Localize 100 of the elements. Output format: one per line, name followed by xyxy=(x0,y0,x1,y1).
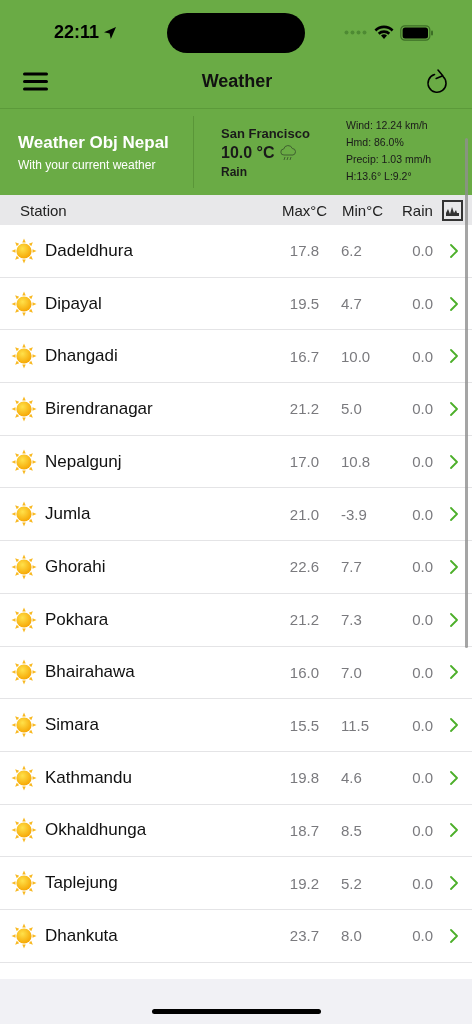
station-name: Taplejung xyxy=(45,873,119,894)
location-arrow-icon xyxy=(103,25,118,40)
rainfall: 0.0 xyxy=(411,611,433,629)
station-name: Dhangadi xyxy=(45,346,119,367)
sun-icon xyxy=(11,395,37,422)
min-temperature: 11.5 xyxy=(341,716,371,734)
station-name: Pokhara xyxy=(45,609,110,630)
station-name: Dhankuta xyxy=(45,925,119,946)
refresh-icon[interactable] xyxy=(426,68,449,95)
sun-icon xyxy=(11,553,37,580)
weather-detail: H:13.6° L:9.2° xyxy=(346,168,413,184)
station-name: Birendranagar xyxy=(45,398,154,419)
max-temperature: 17.0 xyxy=(288,453,319,471)
max-temperature: 15.5 xyxy=(288,716,319,734)
rainfall: 0.0 xyxy=(411,927,433,945)
weather-detail: Precip: 1.03 mm/h xyxy=(346,151,432,167)
max-temperature: 21.2 xyxy=(288,400,319,418)
max-temperature: 22.6 xyxy=(288,558,319,576)
column-header: Station xyxy=(20,201,68,219)
signal-icon xyxy=(344,30,368,35)
column-header[interactable]: Rain xyxy=(402,201,440,219)
rainfall: 0.0 xyxy=(411,716,433,734)
chart-icon[interactable] xyxy=(442,199,463,221)
weather-condition: Rain xyxy=(221,164,248,179)
chevron-icon[interactable] xyxy=(450,876,458,891)
sun-icon xyxy=(11,606,37,633)
station-name: Ghorahi xyxy=(45,556,107,577)
chevron-icon[interactable] xyxy=(450,823,458,838)
chevron-icon[interactable] xyxy=(450,454,458,469)
chevron-icon[interactable] xyxy=(450,559,458,574)
max-temperature: 21.0 xyxy=(288,505,319,523)
max-temperature: 19.2 xyxy=(288,874,319,892)
sun-icon xyxy=(11,501,37,528)
rain-cloud-icon xyxy=(279,144,297,161)
station-name: Dipayal xyxy=(45,293,103,314)
min-temperature: 6.2 xyxy=(341,242,363,260)
chevron-icon[interactable] xyxy=(450,612,458,627)
sun-icon xyxy=(11,817,37,844)
min-temperature: 5.2 xyxy=(341,874,363,892)
max-temperature: 23.7 xyxy=(288,927,319,945)
sun-icon xyxy=(11,237,37,264)
rainfall: 0.0 xyxy=(411,295,433,313)
station-name: Nepalgunj xyxy=(45,451,123,472)
chevron-icon[interactable] xyxy=(450,718,458,733)
station-name: Simara xyxy=(45,715,100,736)
max-temperature: 17.8 xyxy=(288,242,319,260)
min-temperature: 8.0 xyxy=(341,927,363,945)
chevron-icon[interactable] xyxy=(450,349,458,364)
min-temperature: 4.6 xyxy=(341,769,363,787)
min-temperature: -3.9 xyxy=(341,505,368,523)
rainfall: 0.0 xyxy=(411,453,433,471)
min-temperature: 5.0 xyxy=(341,400,363,418)
weather-detail: Hmd: 86.0% xyxy=(346,134,405,150)
screen-title: Weather xyxy=(201,71,273,92)
station-name: Bhairahawa xyxy=(45,662,136,683)
max-temperature: 16.7 xyxy=(288,347,319,365)
rainfall: 0.0 xyxy=(411,347,433,365)
station-name: Dadeldhura xyxy=(45,240,134,261)
max-temperature: 19.8 xyxy=(288,769,319,787)
sun-icon xyxy=(11,290,37,317)
chevron-icon[interactable] xyxy=(450,507,458,522)
station-name: Kathmandu xyxy=(45,767,133,788)
rainfall: 0.0 xyxy=(411,874,433,892)
column-header[interactable]: Max°C xyxy=(282,201,338,219)
rainfall: 0.0 xyxy=(411,505,433,523)
max-temperature: 16.0 xyxy=(288,663,319,681)
station-name: Jumla xyxy=(45,504,92,525)
city-name: San Francisco xyxy=(221,125,311,141)
chevron-icon[interactable] xyxy=(450,665,458,680)
rainfall: 0.0 xyxy=(411,400,433,418)
app-title: Weather Obj Nepal xyxy=(18,132,170,153)
chevron-icon[interactable] xyxy=(450,401,458,416)
wifi-icon xyxy=(374,25,394,40)
sun-icon xyxy=(11,712,37,739)
column-header[interactable]: Min°C xyxy=(342,201,402,219)
menu-icon[interactable] xyxy=(23,72,48,91)
chevron-icon[interactable] xyxy=(450,928,458,943)
rainfall: 0.0 xyxy=(411,663,433,681)
chevron-icon[interactable] xyxy=(450,243,458,258)
min-temperature: 8.5 xyxy=(341,821,363,839)
chevron-icon[interactable] xyxy=(450,770,458,785)
sun-icon xyxy=(11,870,37,897)
scrollbar[interactable] xyxy=(465,138,468,648)
chevron-icon[interactable] xyxy=(450,296,458,311)
min-temperature: 10.0 xyxy=(341,347,372,365)
status-time: 22:11 xyxy=(54,22,100,43)
min-temperature: 10.8 xyxy=(341,453,372,471)
weather-detail: Wind: 12.24 km/h xyxy=(346,117,429,133)
sun-icon xyxy=(11,922,37,949)
app-subtitle: With your current weather xyxy=(18,157,157,172)
battery-icon xyxy=(400,24,434,41)
max-temperature: 18.7 xyxy=(288,821,319,839)
sun-icon xyxy=(11,448,37,475)
current-temperature: 10.0 °C xyxy=(221,143,275,162)
sun-icon xyxy=(11,764,37,791)
rainfall: 0.0 xyxy=(411,769,433,787)
station-name: Okhaldhunga xyxy=(45,820,148,841)
max-temperature: 21.2 xyxy=(288,611,319,629)
rainfall: 0.0 xyxy=(411,558,433,576)
min-temperature: 4.7 xyxy=(341,295,363,313)
